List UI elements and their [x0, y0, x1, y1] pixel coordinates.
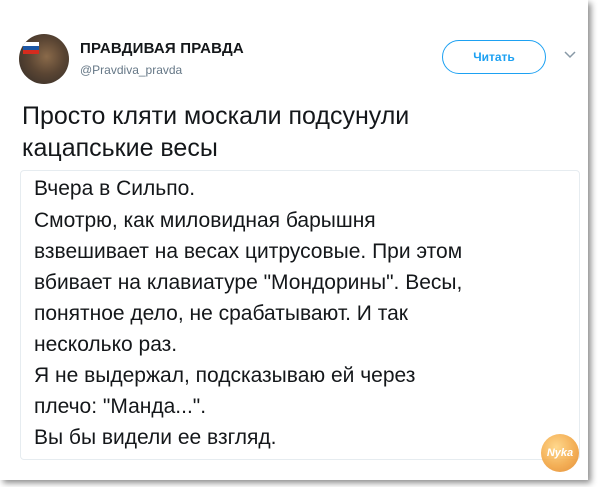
tweet-line: кацапськие весы [22, 134, 218, 162]
quote-line: Я не выдержал, подсказываю ей через [34, 364, 416, 387]
quote-line: плечо: "Манда...". [34, 395, 207, 418]
account-handle[interactable]: @Pravdiva_pravda [80, 63, 182, 77]
quote-line: Смотрю, как миловидная барышня [34, 209, 376, 232]
chevron-down-icon[interactable] [563, 50, 577, 60]
tweet-line: Просто кляти москали подсунули [22, 102, 410, 130]
quote-line: вбивает на клавиатуре "Мондорины". Весы, [34, 271, 463, 294]
quote-line: несколько раз. [34, 333, 178, 356]
quote-line: взвешивает на весах цитрусовые. При этом [34, 240, 463, 263]
quote-line: понятное дело, не срабатывают. И так [34, 302, 408, 325]
quote-line: Вы бы видели ее взгляд. [34, 426, 277, 449]
follow-button[interactable]: Читать [442, 40, 546, 74]
tweet-card: ПРАВДИВАЯ ПРАВДА @Pravdiva_pravda Читать… [0, 0, 588, 480]
quote-line: Вчера в Сильпо. [34, 177, 196, 200]
tweet-text: Просто кляти москали подсунули кацапськи… [22, 100, 562, 164]
account-name[interactable]: ПРАВДИВАЯ ПРАВДА [80, 40, 244, 57]
watermark-logo: Nyka [541, 434, 579, 472]
flag-icon [23, 42, 39, 54]
avatar[interactable] [19, 34, 69, 84]
